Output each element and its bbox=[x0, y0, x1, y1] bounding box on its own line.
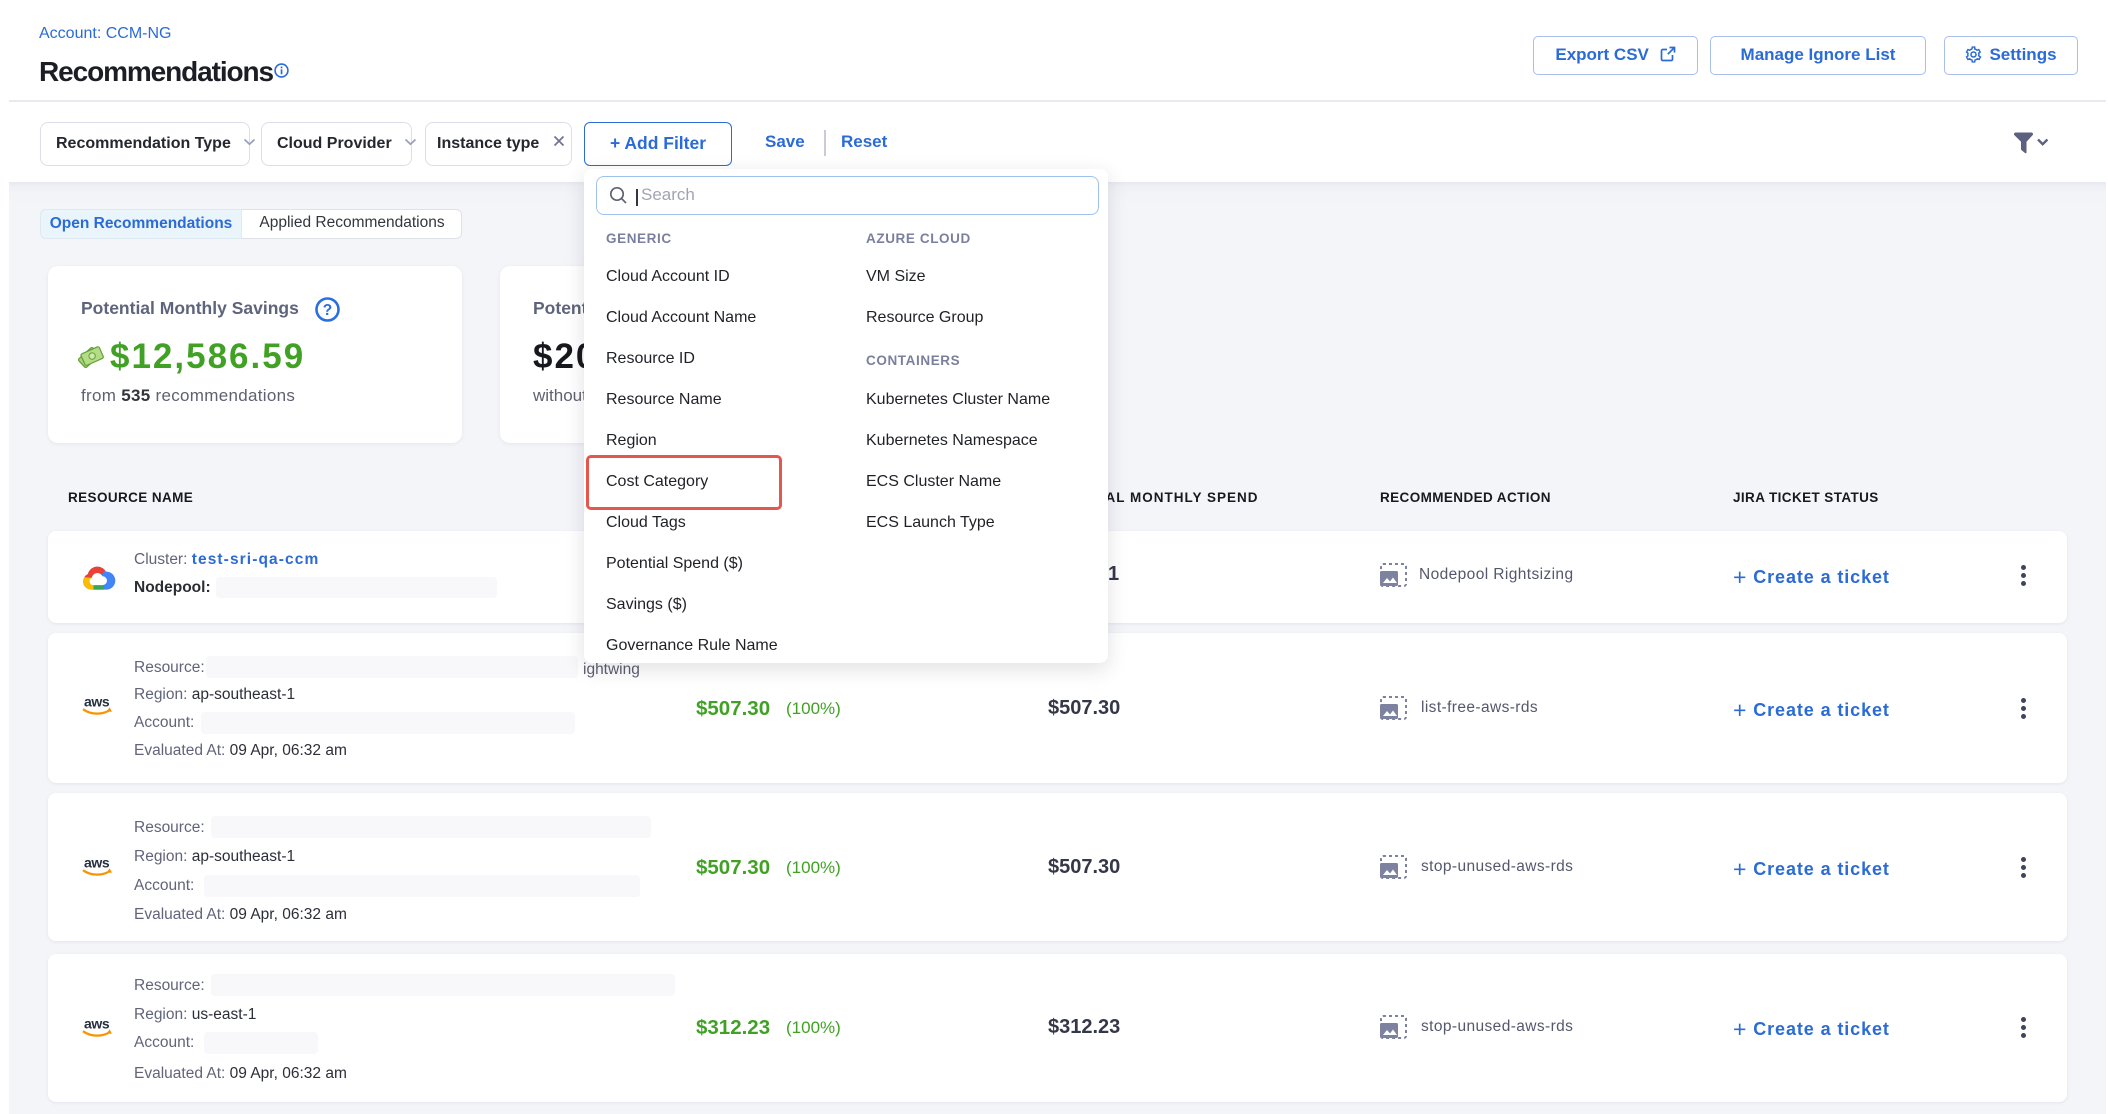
svg-text:aws: aws bbox=[84, 694, 110, 710]
svg-text:aws: aws bbox=[84, 1016, 110, 1032]
svg-text:?: ? bbox=[323, 302, 332, 319]
svg-text:aws: aws bbox=[84, 855, 110, 871]
